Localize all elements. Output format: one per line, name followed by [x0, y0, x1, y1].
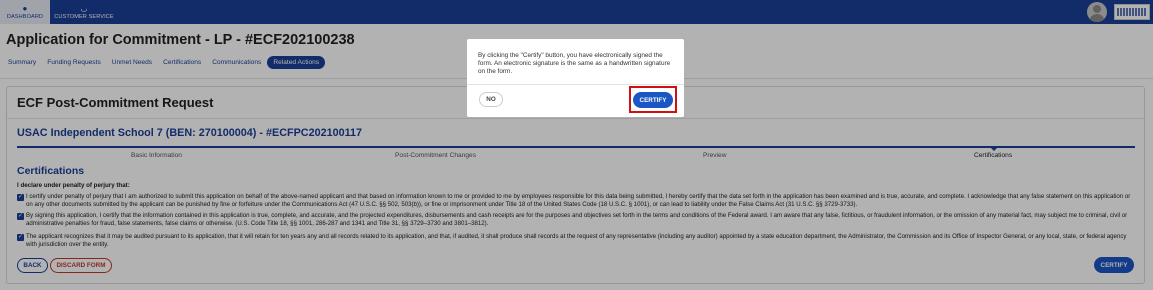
dialog-certify-button[interactable]: CERTIFY: [633, 92, 673, 108]
certify-confirmation-dialog: By clicking the "Certify" button, you ha…: [467, 39, 684, 117]
dialog-message: By clicking the "Certify" button, you ha…: [478, 52, 671, 75]
no-button[interactable]: NO: [479, 92, 503, 107]
dialog-divider: [467, 84, 684, 85]
